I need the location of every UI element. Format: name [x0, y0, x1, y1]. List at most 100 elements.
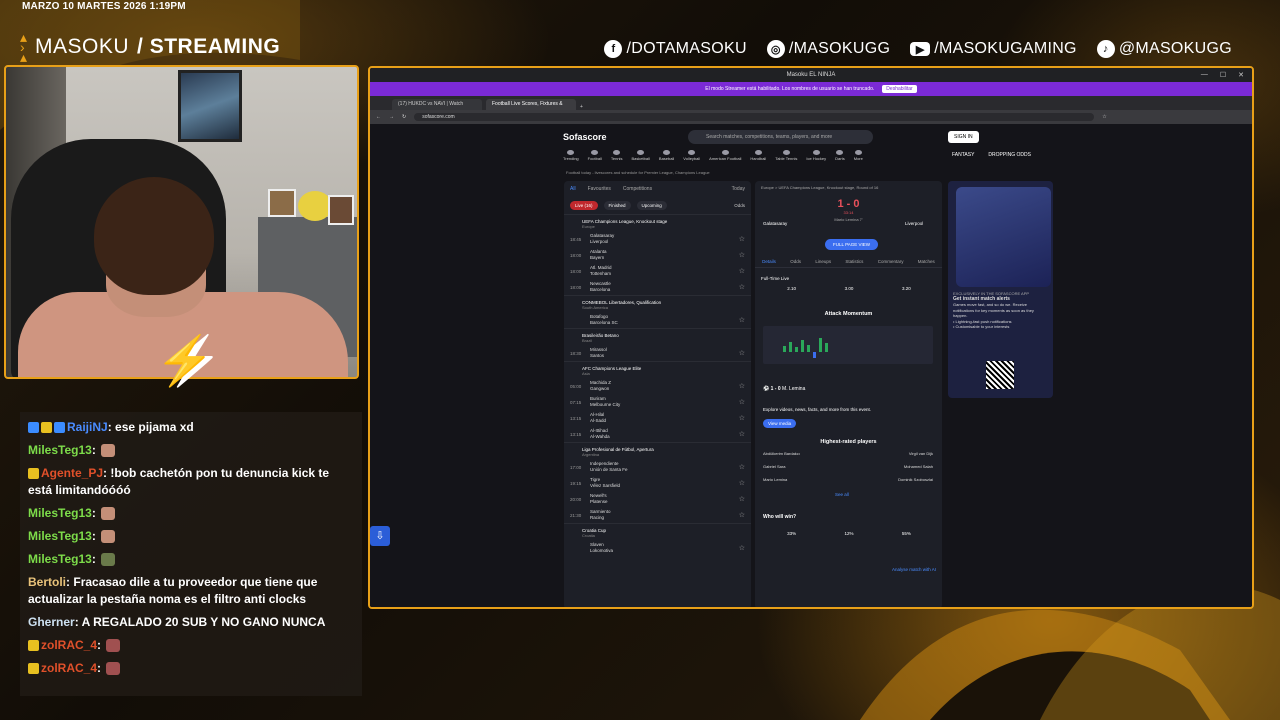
- filter-live[interactable]: Live (16): [570, 201, 598, 210]
- reload-icon[interactable]: ↻: [402, 114, 406, 120]
- match-row[interactable]: 13:15 Al-Hilal Al-Sadd ☆: [564, 410, 751, 426]
- tab-lineups[interactable]: Lineups: [815, 259, 831, 264]
- search-input[interactable]: Search matches, competitions, teams, pla…: [688, 130, 873, 144]
- favourite-star-icon[interactable]: ☆: [739, 495, 745, 503]
- away-team: Barcelona SC: [590, 320, 618, 325]
- favourite-star-icon[interactable]: ☆: [739, 235, 745, 243]
- url-field[interactable]: sofascore.com: [414, 113, 1095, 121]
- tab-statistics[interactable]: Statistics: [845, 259, 863, 264]
- sport-nav-item[interactable]: Tennis: [611, 150, 622, 161]
- match-row[interactable]: 07:15 Buriram Melbourne City ☆: [564, 394, 751, 410]
- favourite-star-icon[interactable]: ☆: [739, 414, 745, 422]
- match-row[interactable]: 18:00 Atl. Madrid Tottenham ☆: [564, 263, 751, 279]
- analyse-ai-link[interactable]: Analyse match with AI: [892, 567, 936, 572]
- sport-nav-item[interactable]: Handball: [750, 150, 766, 161]
- maximize-icon[interactable]: ☐: [1220, 71, 1226, 79]
- close-icon[interactable]: ✕: [1238, 71, 1244, 79]
- sport-nav-item[interactable]: Football: [588, 150, 602, 161]
- sport-nav-item[interactable]: Basketball: [631, 150, 650, 161]
- league-header[interactable]: Liga Profesional de Fútbol, Apertura Arge…: [564, 442, 751, 459]
- favourite-star-icon[interactable]: ☆: [739, 267, 745, 275]
- sport-nav-item[interactable]: Volleyball: [683, 150, 700, 161]
- sign-in-button[interactable]: SIGN IN: [948, 131, 979, 143]
- header-links: FANTASY DROPPING ODDS: [952, 152, 1031, 158]
- match-row[interactable]: 05:00 Machida Z Gangwon ☆: [564, 378, 751, 394]
- sport-nav-item[interactable]: Baseball: [659, 150, 674, 161]
- favourite-star-icon[interactable]: ☆: [739, 251, 745, 259]
- league-header[interactable]: UEFA Champions League, Knockout stage Eur…: [564, 214, 751, 231]
- tab-commentary[interactable]: Commentary: [878, 259, 904, 264]
- date-picker[interactable]: Today: [732, 186, 745, 192]
- dropping-odds-link[interactable]: DROPPING ODDS: [988, 152, 1031, 158]
- sport-nav-item[interactable]: Trending: [563, 150, 579, 161]
- bookmark-icon[interactable]: ☆: [1102, 114, 1106, 120]
- filter-upcoming[interactable]: Upcoming: [636, 201, 667, 210]
- download-icon[interactable]: ⇩: [370, 526, 390, 546]
- league-header[interactable]: AFC Champions League Elite Asia: [564, 361, 751, 378]
- odds-away[interactable]: 3.20: [902, 286, 911, 291]
- tab-all[interactable]: All: [570, 186, 576, 192]
- away-team: Al-Wahda: [590, 434, 610, 439]
- league-header[interactable]: Croatia Cup Croatia: [564, 523, 751, 540]
- odds-home[interactable]: 2.10: [787, 286, 796, 291]
- favourite-star-icon[interactable]: ☆: [739, 382, 745, 390]
- favourite-star-icon[interactable]: ☆: [739, 511, 745, 519]
- minimize-icon[interactable]: —: [1201, 71, 1208, 79]
- match-row[interactable]: Botafogo Barcelona SC ☆: [564, 312, 751, 328]
- match-row[interactable]: 20:00 Newell's Platense ☆: [564, 491, 751, 507]
- tab-matches[interactable]: Matches: [918, 259, 935, 264]
- match-time: 20:00: [570, 496, 582, 502]
- tab-favourites[interactable]: Favourites: [588, 186, 611, 192]
- back-icon[interactable]: ←: [376, 114, 381, 120]
- tab-hltv[interactable]: (17) HUKDC vs NAVI | Watch: [392, 99, 482, 110]
- app-promo-panel: EXCLUSIVELY IN THE SOFASCORE APP Get ins…: [948, 181, 1053, 398]
- home-team[interactable]: Galatasaray: [763, 221, 787, 226]
- see-all-link[interactable]: See all: [835, 492, 849, 497]
- away-team[interactable]: Liverpool: [905, 221, 923, 226]
- sport-nav-item[interactable]: Darts: [835, 150, 845, 161]
- match-row[interactable]: 19:15 Tigre Vélez Sarsfield ☆: [564, 475, 751, 491]
- odds-toggle[interactable]: Odds: [734, 203, 745, 208]
- match-row[interactable]: 17:00 Independiente Unión de Santa Fe ☆: [564, 459, 751, 475]
- sport-nav-item[interactable]: More: [854, 150, 863, 161]
- favourite-star-icon[interactable]: ☆: [739, 479, 745, 487]
- match-row[interactable]: 13:15 Al-Ittihad Al-Wahda ☆: [564, 426, 751, 442]
- full-page-view-button[interactable]: FULL PAGE VIEW: [825, 239, 879, 250]
- favourite-star-icon[interactable]: ☆: [739, 544, 745, 552]
- tab-odds[interactable]: Odds: [790, 259, 801, 264]
- match-row[interactable]: 18:45 Galatasaray Liverpool ☆: [564, 231, 751, 247]
- league-header[interactable]: Brasileirão Betano Brazil: [564, 328, 751, 345]
- sport-nav-item[interactable]: Ice Hockey: [806, 150, 826, 161]
- match-row[interactable]: 18:30 Mirassol Santos ☆: [564, 345, 751, 361]
- favourite-star-icon[interactable]: ☆: [739, 349, 745, 357]
- tab-details[interactable]: Details: [762, 259, 776, 264]
- vote-draw[interactable]: 12%: [844, 531, 853, 536]
- match-row[interactable]: 18:00 Newcastle Barcelona ☆: [564, 279, 751, 295]
- sport-nav-item[interactable]: American Football: [709, 150, 741, 161]
- match-row[interactable]: Slaven Lokomotiva ☆: [564, 540, 751, 556]
- tab-competitions[interactable]: Competitions: [623, 186, 652, 192]
- new-tab-icon[interactable]: +: [580, 104, 583, 110]
- match-row[interactable]: 21:30 Sarmiento Racing ☆: [564, 507, 751, 523]
- favourite-star-icon[interactable]: ☆: [739, 430, 745, 438]
- favourite-star-icon[interactable]: ☆: [739, 316, 745, 324]
- player-row: Gabriel Sara Mohamed Salah: [763, 464, 933, 469]
- forward-icon[interactable]: →: [389, 114, 394, 120]
- view-media-button[interactable]: View media: [763, 419, 797, 428]
- favourite-star-icon[interactable]: ☆: [739, 463, 745, 471]
- disable-streamer-button[interactable]: Deshabilitar: [882, 85, 917, 93]
- odds-draw[interactable]: 3.00: [845, 286, 854, 291]
- league-header[interactable]: CONMEBOL Libertadores, Qualification Sout…: [564, 295, 751, 312]
- filter-finished[interactable]: Finished: [603, 201, 631, 210]
- fantasy-link[interactable]: FANTASY: [952, 152, 974, 158]
- vote-away[interactable]: 55%: [902, 531, 911, 536]
- favourite-star-icon[interactable]: ☆: [739, 398, 745, 406]
- sofascore-logo[interactable]: Sofascore: [563, 132, 607, 142]
- vote-home[interactable]: 33%: [787, 531, 796, 536]
- match-detail-panel: Europe > UEFA Champions League, Knockout…: [755, 181, 942, 607]
- tab-sofascore[interactable]: Football Live Scores, Fixtures &: [486, 99, 576, 110]
- favourite-star-icon[interactable]: ☆: [739, 283, 745, 291]
- match-row[interactable]: 18:00 Atalanta Bayern ☆: [564, 247, 751, 263]
- sport-icon: [613, 150, 621, 155]
- sport-nav-item[interactable]: Table Tennis: [775, 150, 797, 161]
